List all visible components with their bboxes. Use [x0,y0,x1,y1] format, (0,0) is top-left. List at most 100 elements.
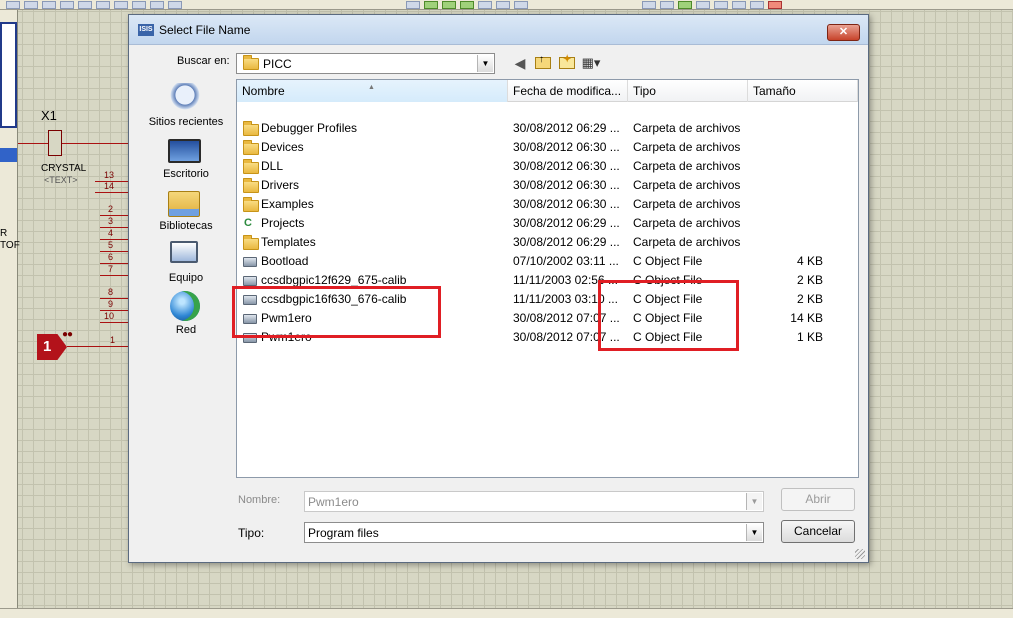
toolbar-button[interactable] [478,0,492,9]
file-row[interactable]: Templates 30/08/2012 06:29 ... Carpeta d… [237,233,858,252]
app-left-panel: R TOF [0,10,20,610]
toolbar-button[interactable] [96,0,110,9]
toolbar-button[interactable] [78,0,92,9]
new-folder-icon[interactable]: ✦ [559,54,575,69]
pin-wire [100,251,128,252]
view-menu-icon[interactable]: ▦▾ [581,53,601,73]
file-size [753,214,823,233]
overview-pane[interactable] [0,22,17,128]
file-row[interactable]: DLL 30/08/2012 06:30 ... Carpeta de arch… [237,157,858,176]
file-row[interactable]: Debugger Profiles 30/08/2012 06:29 ... C… [237,119,858,138]
place-label: Red [175,324,197,336]
crystal-symbol[interactable] [48,130,62,156]
column-label: Nombre [242,84,285,98]
toolbar-button[interactable] [732,0,746,9]
pin-number: 6 [108,252,114,262]
pin-number: 14 [104,181,115,191]
file-row[interactable]: Examples 30/08/2012 06:30 ... Carpeta de… [237,195,858,214]
pin-wire [67,346,128,347]
toolbar-button[interactable] [6,0,20,9]
file-date: 30/08/2012 06:29 ... [513,121,620,135]
column-header-size[interactable]: Tamaño [748,80,858,102]
toolbar-button[interactable] [714,0,728,9]
file-date: 30/08/2012 06:29 ... [513,235,620,249]
recent-places-icon [170,83,200,113]
folder-icon [243,178,259,193]
up-folder-icon[interactable]: ↑ [535,54,551,69]
toolbar-button[interactable] [406,0,420,9]
file-date: 30/08/2012 06:30 ... [513,140,620,154]
toolbar-button[interactable] [696,0,710,9]
toolbar-button[interactable] [168,0,182,9]
filetype-select[interactable]: Program files ▼ [304,522,764,543]
terminal-dots: ●● [62,329,73,340]
file-type: Carpeta de archivos [633,197,741,211]
file-type: C Object File [633,254,703,268]
toolbar-button[interactable] [660,0,674,9]
cancel-button[interactable]: Cancelar [781,520,855,543]
dialog-titlebar[interactable]: ISIS Select File Name ✕ [129,15,868,45]
toolbar-button[interactable] [424,0,438,9]
file-size [753,176,823,195]
place-label: Escritorio [163,168,209,180]
filename-input[interactable]: Pwm1ero ▼ [304,491,764,512]
toolbar-button[interactable] [750,0,764,9]
chevron-down-icon[interactable]: ▼ [746,524,762,541]
close-button[interactable]: ✕ [827,24,860,41]
column-headers: ▲ Nombre Fecha de modifica... Tipo Tamañ… [237,80,858,102]
toolbar-button[interactable] [114,0,128,9]
toolbar-button[interactable] [132,0,146,9]
chevron-down-icon[interactable]: ▼ [477,55,493,72]
chevron-down-icon[interactable]: ▼ [746,493,762,510]
file-type: Carpeta de archivos [633,140,741,154]
toolbar-button[interactable] [442,0,456,9]
filetype-value: Program files [308,526,379,540]
file-type: Carpeta de archivos [633,235,741,249]
toolbar-button[interactable] [24,0,38,9]
toolbar-button[interactable] [60,0,74,9]
toolbar-button[interactable] [460,0,474,9]
libraries-icon [168,191,200,217]
sort-up-icon: ▲ [368,84,375,91]
project-folder-icon: C [244,217,252,229]
file-name: Templates [261,235,316,249]
toolbar-button[interactable] [150,0,164,9]
file-row[interactable]: Drivers 30/08/2012 06:30 ... Carpeta de … [237,176,858,195]
look-in-combo[interactable]: PICC ▼ [236,53,495,74]
file-row[interactable]: Devices 30/08/2012 06:30 ... Carpeta de … [237,138,858,157]
back-arrow-icon[interactable]: ◀ [510,53,530,73]
component-text: <TEXT> [44,175,78,185]
column-header-date[interactable]: Fecha de modifica... [508,80,628,102]
column-header-type[interactable]: Tipo [628,80,748,102]
open-button[interactable]: Abrir [781,488,855,511]
pin-wire [100,275,128,276]
toolbar-button[interactable] [642,0,656,9]
toolbar-button[interactable] [768,0,782,9]
folder-icon [243,159,259,174]
place-network[interactable]: Red [137,289,235,341]
resize-grip-icon[interactable] [855,549,865,559]
pin-number: 3 [108,216,114,226]
place-desktop[interactable]: Escritorio [137,133,235,185]
column-header-name[interactable]: ▲ Nombre [237,80,508,102]
toolbar-button[interactable] [496,0,510,9]
filetype-label: Tipo: [238,526,265,540]
file-size [753,195,823,214]
file-row[interactable]: Bootload 07/10/2002 03:11 ... C Object F… [237,252,858,271]
toolbar-button[interactable] [678,0,692,9]
toolbar-button[interactable] [42,0,56,9]
file-name: Bootload [261,254,309,268]
file-name: Drivers [261,178,299,192]
place-recent[interactable]: Sitios recientes [137,81,235,133]
file-type: Carpeta de archivos [633,159,741,173]
filename-value: Pwm1ero [308,495,359,509]
selected-device-item[interactable] [0,148,17,162]
file-row[interactable]: C Projects 30/08/2012 06:29 ... Carpeta … [237,214,858,233]
pin-wire [100,322,128,323]
file-list[interactable]: ▲ Nombre Fecha de modifica... Tipo Tamañ… [236,79,859,478]
highlight-box-filetypes [598,280,739,351]
place-computer[interactable]: Equipo [137,237,235,289]
toolbar-button[interactable] [514,0,528,9]
computer-icon [170,241,198,263]
place-libraries[interactable]: Bibliotecas [137,185,235,237]
